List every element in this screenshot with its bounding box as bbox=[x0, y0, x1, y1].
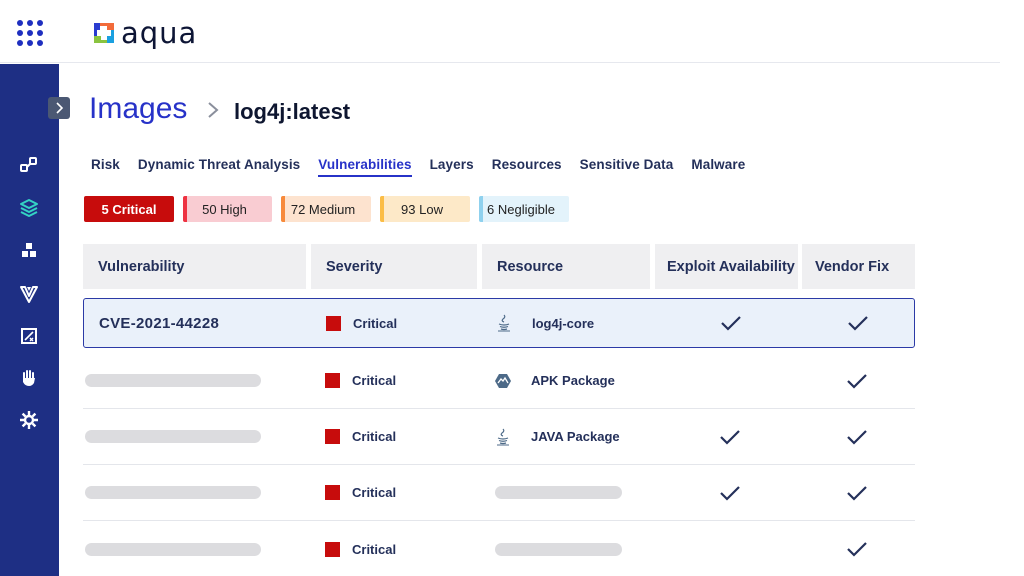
severity-cell: Critical bbox=[325, 521, 396, 576]
resource-cell: APK Package bbox=[495, 353, 615, 408]
java-icon bbox=[496, 314, 512, 332]
aqua-logo-mark bbox=[94, 23, 114, 43]
resource-cell: JAVA Package bbox=[495, 409, 620, 464]
vulnerability-id[interactable]: CVE-2021-44228 bbox=[99, 299, 219, 347]
tab-dynamic-threat-analysis[interactable]: Dynamic Threat Analysis bbox=[138, 157, 300, 177]
settings-gear-icon[interactable] bbox=[18, 409, 40, 431]
severity-cell: Critical bbox=[326, 299, 397, 347]
sidebar-collapse-button[interactable] bbox=[48, 97, 70, 119]
workloads-cubes-icon[interactable] bbox=[18, 240, 40, 262]
critical-severity-icon bbox=[325, 429, 340, 444]
compliance-icon[interactable] bbox=[18, 325, 40, 347]
resource-name[interactable]: log4j-core bbox=[532, 316, 594, 331]
severity-cell: Critical bbox=[325, 353, 396, 408]
exploit-available-check-icon bbox=[719, 465, 741, 520]
table-row[interactable]: Critical APK Package bbox=[83, 353, 915, 409]
hand-icon[interactable] bbox=[18, 367, 40, 389]
vulnerabilities-table: Vulnerability Severity Resource Exploit … bbox=[83, 244, 915, 576]
vshield-icon[interactable] bbox=[18, 283, 40, 305]
breadcrumb-images-link[interactable]: Images bbox=[89, 92, 187, 126]
severity-cell: Critical bbox=[325, 409, 396, 464]
chip-high[interactable]: 50 High bbox=[183, 196, 272, 222]
severity-label: Critical bbox=[352, 541, 397, 557]
severity-label: Critical bbox=[352, 373, 397, 388]
logo-wordmark: aqua bbox=[121, 15, 198, 50]
exploit-available-check-icon bbox=[719, 409, 741, 464]
vendor-fix-check-icon bbox=[847, 299, 869, 347]
table-header: Vulnerability Severity Resource Exploit … bbox=[83, 244, 915, 289]
chip-medium[interactable]: 72 Medium bbox=[281, 196, 371, 222]
breadcrumb-chevron-icon bbox=[208, 102, 219, 118]
vendor-fix-check-icon bbox=[846, 521, 868, 576]
resource-cell: log4j-core bbox=[496, 299, 594, 347]
breadcrumb-current: log4j:latest bbox=[234, 99, 351, 124]
column-header-vendor-fix[interactable]: Vendor Fix bbox=[802, 244, 915, 289]
vendor-fix-check-icon bbox=[846, 409, 868, 464]
critical-severity-icon bbox=[325, 373, 340, 388]
table-row[interactable]: CVE-2021-44228 Critical log4j-core bbox=[83, 298, 915, 348]
tab-risk[interactable]: Risk bbox=[91, 157, 120, 177]
severity-label: Critical bbox=[353, 315, 398, 331]
table-row[interactable]: Critical bbox=[83, 465, 915, 521]
severity-label: Critical bbox=[352, 485, 397, 500]
column-header-vulnerability[interactable]: Vulnerability bbox=[83, 244, 306, 289]
chip-low[interactable]: 93 Low bbox=[380, 196, 470, 222]
severity-filter-chips: 5 Critical 50 High 72 Medium 93 Low 6 Ne… bbox=[84, 196, 569, 222]
vulnerability-placeholder bbox=[85, 409, 261, 464]
table-row[interactable]: Critical JAVA Package bbox=[83, 409, 915, 465]
vulnerability-placeholder bbox=[85, 521, 261, 576]
vendor-fix-check-icon bbox=[846, 353, 868, 408]
column-header-resource[interactable]: Resource bbox=[482, 244, 650, 289]
tab-vulnerabilities[interactable]: Vulnerabilities bbox=[318, 157, 412, 177]
images-layers-icon[interactable] bbox=[18, 197, 40, 219]
column-header-exploit-availability[interactable]: Exploit Availability bbox=[655, 244, 798, 289]
tab-resources[interactable]: Resources bbox=[492, 157, 562, 177]
tab-malware[interactable]: Malware bbox=[691, 157, 745, 177]
vulnerability-placeholder bbox=[85, 465, 261, 520]
resource-name[interactable]: APK Package bbox=[531, 373, 615, 388]
column-header-severity[interactable]: Severity bbox=[311, 244, 477, 289]
vulnerability-placeholder bbox=[85, 353, 261, 408]
alpine-icon bbox=[495, 372, 511, 390]
resource-placeholder bbox=[495, 521, 622, 576]
exploit-available-check-icon bbox=[720, 299, 742, 347]
critical-severity-icon bbox=[325, 485, 340, 500]
chevron-right-icon bbox=[56, 102, 64, 114]
resource-name[interactable]: JAVA Package bbox=[531, 429, 620, 444]
chip-critical[interactable]: 5 Critical bbox=[84, 196, 174, 222]
apps-grid-icon[interactable] bbox=[17, 20, 43, 46]
severity-label: Critical bbox=[352, 429, 397, 444]
critical-severity-icon bbox=[325, 541, 340, 557]
tab-sensitive-data[interactable]: Sensitive Data bbox=[580, 157, 674, 177]
integrations-icon[interactable] bbox=[18, 154, 40, 176]
top-bar: aqua bbox=[0, 0, 1000, 63]
sidebar bbox=[0, 64, 59, 576]
aqua-logo[interactable]: aqua bbox=[93, 17, 197, 49]
tab-bar: Risk Dynamic Threat Analysis Vulnerabili… bbox=[91, 157, 763, 177]
severity-cell: Critical bbox=[325, 465, 396, 520]
critical-severity-icon bbox=[326, 315, 341, 331]
java-icon bbox=[495, 428, 511, 446]
vendor-fix-check-icon bbox=[846, 465, 868, 520]
resource-placeholder bbox=[495, 465, 622, 520]
table-row[interactable]: Critical bbox=[83, 521, 915, 576]
chip-negligible[interactable]: 6 Negligible bbox=[479, 196, 569, 222]
tab-layers[interactable]: Layers bbox=[430, 157, 474, 177]
